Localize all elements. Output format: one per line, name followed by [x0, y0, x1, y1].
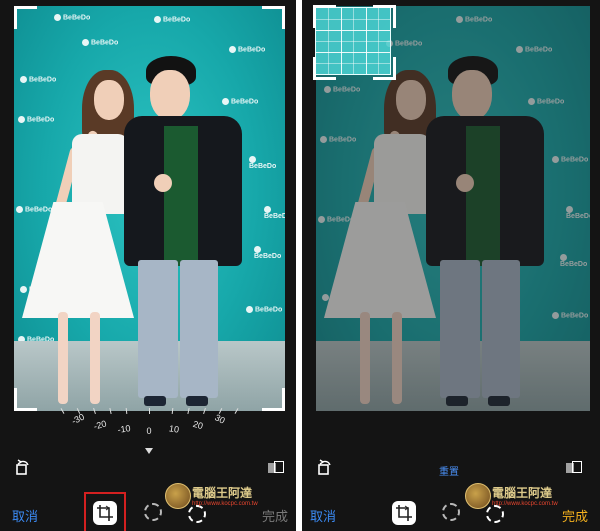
reset-button[interactable]: 重置: [439, 463, 459, 478]
backdrop-logo: BeBeDo: [20, 76, 56, 83]
aspect-ratio-icon[interactable]: [268, 461, 284, 473]
dial-label: 30: [213, 412, 227, 426]
left-crop-screen: BeBeDo BeBeDo BeBeDo BeBeDo BeBeDo BeBeD…: [0, 0, 296, 531]
crop-handle-bottom-left[interactable]: [14, 388, 37, 411]
crop-handle-top-left[interactable]: [14, 6, 37, 29]
backdrop-logo: BeBeDo: [318, 216, 354, 223]
dial-label: -20: [92, 418, 108, 432]
dial-label: 20: [191, 418, 205, 432]
backdrop-logo: BeBeDo: [386, 40, 422, 47]
cancel-button[interactable]: 取消: [12, 506, 38, 525]
backdrop-logo: BeBeDo: [560, 254, 590, 268]
backdrop-logo: BeBeDo: [566, 206, 590, 220]
watermark-mascot: [465, 483, 491, 509]
highlight-box: [84, 492, 126, 531]
backdrop-logo: BeBeDo: [82, 39, 118, 46]
aspect-ratio-icon[interactable]: [566, 461, 582, 473]
right-crop-screen: BeBeDo BeBeDo BeBeDo BeBeDo BeBeDo BeBeD…: [302, 0, 600, 531]
dial-label: -10: [116, 423, 132, 435]
backdrop-logo: BeBeDo: [18, 116, 54, 123]
crop-handle-bottom-right[interactable]: [373, 57, 396, 80]
cancel-button[interactable]: 取消: [310, 506, 336, 525]
watermark-url: http://www.kocpc.com.tw: [192, 501, 258, 507]
adjust-icon[interactable]: [486, 505, 504, 523]
watermark-title: 電腦王阿達: [492, 486, 553, 500]
dial-label: 10: [168, 423, 180, 435]
backdrop-logo: BeBeDo: [552, 312, 588, 319]
crop-handle-bottom-right[interactable]: [262, 388, 285, 411]
backdrop-logo: BeBeDo: [222, 98, 258, 105]
adjust-icon[interactable]: [188, 505, 206, 523]
crop-handle-top-left[interactable]: [313, 5, 336, 28]
backdrop-logo: BeBeDo: [254, 246, 285, 260]
backdrop-logo: BeBeDo: [528, 98, 564, 105]
crop-icon: [396, 505, 412, 521]
backdrop-logo: BeBeDo: [246, 306, 282, 313]
photo-canvas[interactable]: BeBeDo BeBeDo BeBeDo BeBeDo BeBeDo BeBeD…: [14, 6, 285, 411]
done-button[interactable]: 完成: [262, 506, 288, 525]
backdrop-logo: BeBeDo: [456, 16, 492, 23]
crop-handle-top-right[interactable]: [262, 6, 285, 29]
watermark-title: 電腦王阿達: [192, 486, 253, 500]
rotate-icon[interactable]: [14, 458, 32, 478]
dial-label: -30: [69, 411, 87, 427]
backdrop-logo: BeBeDo: [552, 156, 588, 163]
dial-pointer-icon: [145, 448, 153, 454]
watermark-mascot: [165, 483, 191, 509]
backdrop-logo: BeBeDo: [320, 136, 356, 143]
straighten-dial[interactable]: -30 -20 -10 0 10 20 30: [56, 407, 242, 454]
rotate-icon[interactable]: [316, 458, 334, 478]
backdrop-logo: BeBeDo: [54, 14, 90, 21]
dial-label: 0: [146, 426, 152, 436]
backdrop-logo: BeBeDo: [516, 46, 552, 53]
crop-handle-top-right[interactable]: [373, 5, 396, 28]
backdrop-logo: BeBeDo: [249, 156, 285, 170]
done-button[interactable]: 完成: [562, 506, 588, 525]
backdrop-logo: BeBeDo: [229, 46, 265, 53]
backdrop-logo: BeBeDo: [324, 86, 360, 93]
crop-handle-bottom-left[interactable]: [313, 57, 336, 80]
filters-icon[interactable]: [442, 503, 460, 521]
backdrop-logo: BeBeDo: [264, 206, 285, 220]
backdrop-logo: BeBeDo: [16, 206, 52, 213]
backdrop-logo: BeBeDo: [154, 16, 190, 23]
filters-icon[interactable]: [144, 503, 162, 521]
crop-tool-button[interactable]: [392, 501, 416, 525]
watermark-url: http://www.kocpc.com.tw: [492, 501, 558, 507]
